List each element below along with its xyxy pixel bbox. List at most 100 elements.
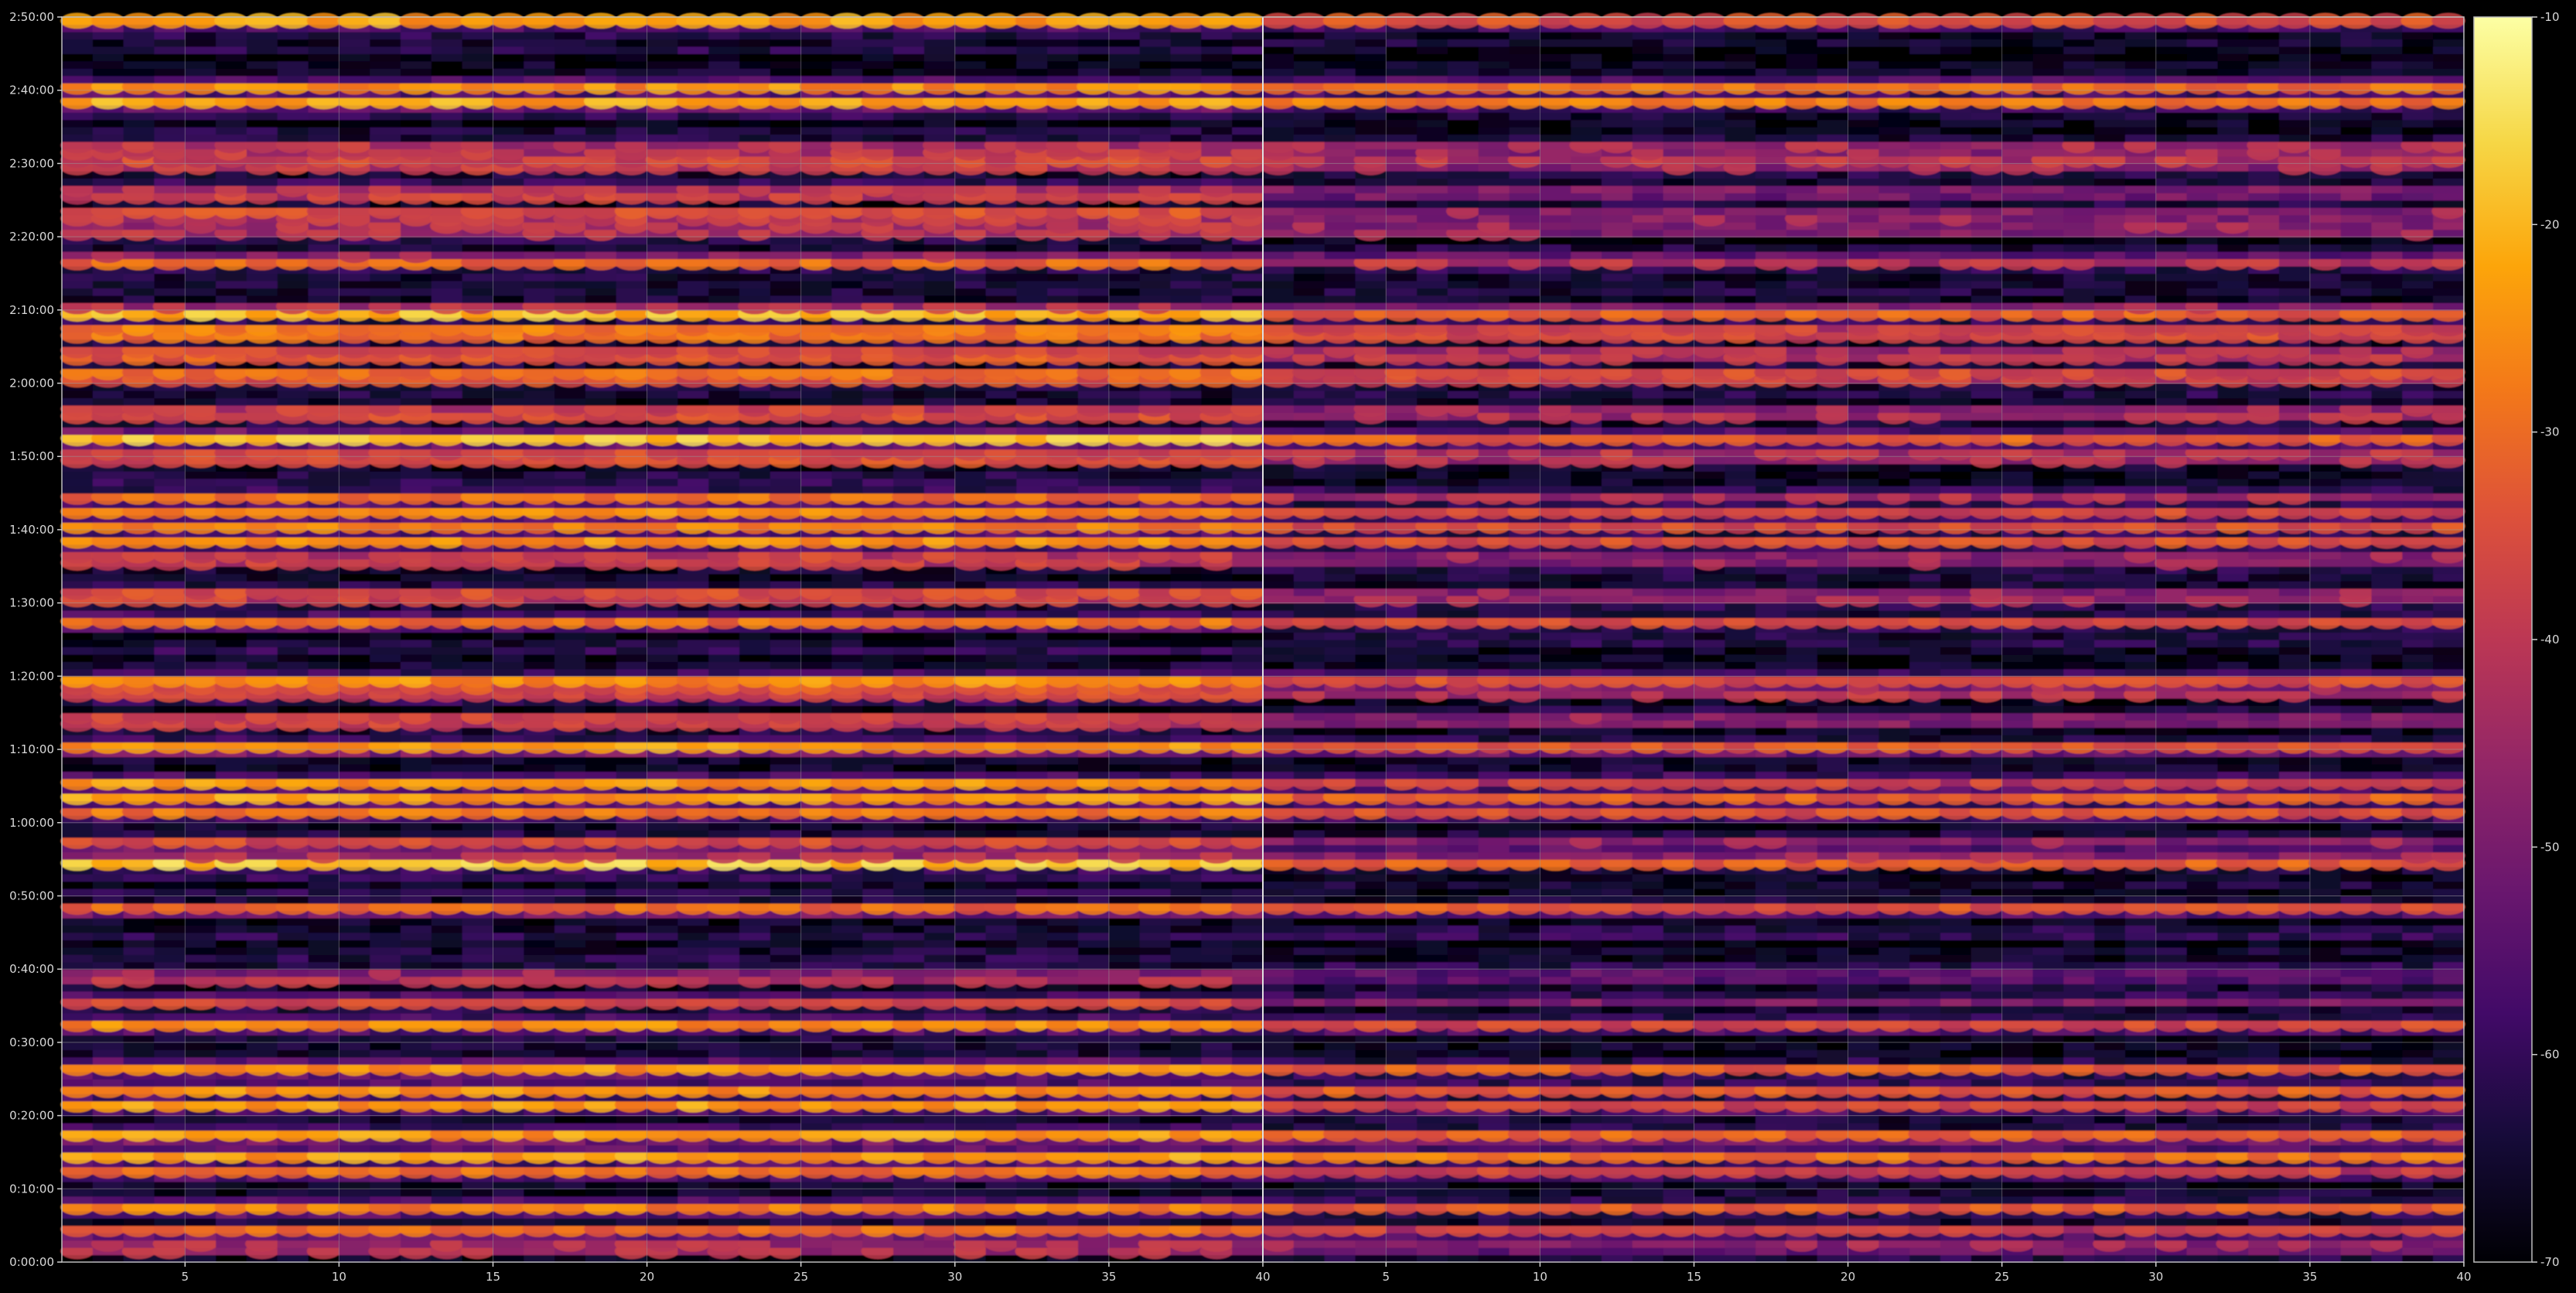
heatmap-cell (708, 653, 740, 663)
heatmap-cell (154, 830, 186, 838)
heatmap-cell (985, 961, 1018, 970)
heatmap-cell (585, 1056, 617, 1065)
heatmap-cell (1108, 661, 1141, 670)
heatmap-cell (923, 881, 956, 889)
heatmap-cell (1139, 932, 1172, 940)
heatmap-cell (954, 896, 987, 904)
heatmap-cell (1232, 1145, 1264, 1153)
heatmap-cell (401, 632, 432, 640)
heatmap-cell (1139, 889, 1172, 897)
heatmap-cell (1201, 1079, 1233, 1087)
heatmap-cell (1078, 705, 1110, 714)
heatmap-cell (708, 925, 740, 933)
heatmap-cell (769, 1049, 802, 1058)
heatmap-cell (616, 1123, 648, 1131)
heatmap-cell (923, 961, 956, 970)
heatmap-cell (308, 661, 339, 670)
heatmap-cell (1047, 1196, 1079, 1204)
heatmap-cell (862, 932, 894, 940)
heatmap-cell (554, 881, 586, 889)
heatmap-cell (493, 917, 524, 926)
heatmap-cell (1016, 1049, 1048, 1058)
heatmap-cell (246, 851, 278, 860)
heatmap-cell (893, 1240, 925, 1248)
heatmap-cell (154, 756, 186, 765)
heatmap-cell (647, 640, 679, 648)
heatmap-cell (493, 573, 524, 582)
heatmap-cell (1201, 954, 1233, 963)
heatmap-cell (708, 640, 740, 648)
heatmap-cell (431, 1079, 463, 1087)
heatmap-cell (370, 581, 401, 589)
heatmap-cell (739, 947, 771, 955)
heatmap-cell (462, 640, 494, 648)
heatmap-cell (1078, 954, 1110, 963)
heatmap-cell (277, 632, 309, 640)
heatmap-cell (370, 1042, 401, 1050)
heatmap-cell (800, 932, 833, 940)
heatmap-cell (524, 1145, 555, 1153)
heatmap-cell (401, 764, 432, 773)
heatmap-cell (554, 954, 586, 963)
heatmap-cell (1139, 668, 1172, 677)
heatmap-cell (493, 1145, 524, 1153)
heatmap-cell (585, 1218, 617, 1226)
heatmap-cell (216, 969, 247, 977)
heatmap-cell (1047, 1079, 1079, 1087)
heatmap-cell (1016, 632, 1048, 640)
heatmap-cell (1016, 1079, 1048, 1087)
heatmap-cell (246, 1079, 278, 1087)
heatmap-cell (246, 830, 278, 838)
heatmap-cell (862, 1049, 894, 1058)
heatmap-cell (1016, 1181, 1048, 1189)
heatmap-cell (154, 581, 186, 589)
heatmap-cell (524, 889, 555, 897)
heatmap-cell (1078, 573, 1110, 582)
heatmap-cell (739, 646, 771, 655)
heatmap-cell (708, 632, 740, 640)
heatmap-cell (524, 602, 555, 611)
heatmap-cell (308, 1042, 339, 1050)
heatmap-cell (123, 1145, 155, 1153)
heatmap-cell (524, 1218, 555, 1226)
heatmap-cell (831, 1013, 863, 1022)
heatmap-cell (985, 932, 1018, 940)
heatmap-cell (677, 1035, 709, 1043)
heatmap-cell (739, 940, 771, 948)
heatmap-cell (954, 653, 987, 663)
heatmap-cell (616, 573, 648, 582)
heatmap-cell (585, 940, 617, 948)
heatmap-cell (62, 1013, 94, 1022)
heatmap-cell (370, 896, 401, 904)
heatmap-cell (1047, 756, 1079, 765)
heatmap-cell (893, 610, 925, 619)
heatmap-cell (1170, 881, 1202, 889)
heatmap-cell (1078, 932, 1110, 940)
heatmap-cell (92, 764, 125, 773)
heatmap-cell (954, 932, 987, 940)
heatmap-cell (954, 830, 987, 838)
heatmap-cell (462, 889, 494, 897)
heatmap-cell (1201, 1035, 1233, 1043)
heatmap-cell (800, 954, 833, 963)
heatmap-cell (246, 632, 278, 640)
heatmap-cell (92, 874, 125, 882)
heatmap-cell (62, 705, 94, 714)
heatmap-cell (154, 1145, 186, 1153)
heatmap-cell (216, 940, 247, 948)
heatmap-cell (216, 881, 247, 889)
heatmap-cell (62, 896, 94, 904)
heatmap-cell (62, 668, 94, 677)
heatmap-cell (862, 640, 894, 648)
heatmap-cell (1108, 764, 1141, 773)
heatmap-cell (616, 653, 648, 663)
heatmap-cell (216, 764, 247, 773)
heatmap-cell (862, 889, 894, 897)
heatmap-cell (493, 822, 524, 831)
heatmap-cell (739, 917, 771, 926)
heatmap-cell (246, 640, 278, 648)
heatmap-cell (1108, 1049, 1141, 1058)
heatmap-cell (185, 917, 217, 926)
heatmap-cell (431, 917, 463, 926)
heatmap-cell (1016, 1056, 1048, 1065)
